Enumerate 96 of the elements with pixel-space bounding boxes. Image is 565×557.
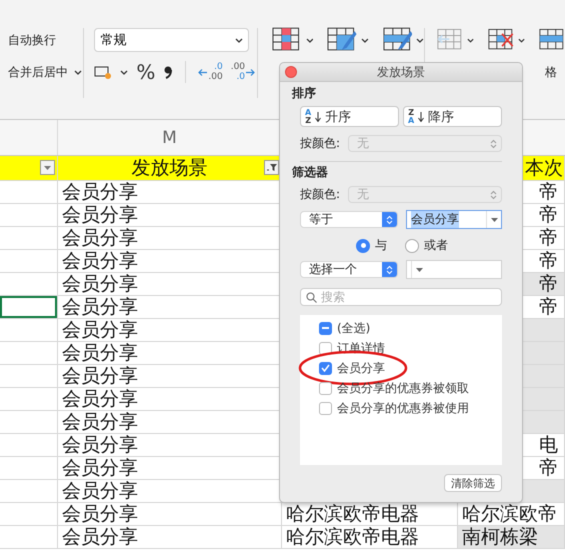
checkbox[interactable]	[319, 382, 332, 394]
table-cell[interactable]	[0, 388, 58, 411]
caret-icon	[74, 70, 82, 74]
dropdown-arrow-icon[interactable]	[490, 218, 498, 222]
left-arrow-icon	[198, 68, 208, 76]
caret-icon	[120, 70, 128, 74]
operator-select[interactable]: 选择一个	[300, 261, 398, 278]
checkbox[interactable]	[319, 402, 332, 414]
dialog-title: 发放场景	[377, 64, 425, 80]
table-cell[interactable]	[0, 411, 58, 434]
table-cell: 会员分享	[58, 250, 282, 273]
check-icon	[321, 364, 330, 372]
table-cell[interactable]	[0, 250, 58, 273]
filter-active-button[interactable]	[264, 160, 279, 175]
table-cell[interactable]	[0, 365, 58, 388]
color-label: 按颜色:	[300, 135, 340, 152]
value-item[interactable]: (全选)	[337, 320, 370, 336]
table-cell[interactable]	[0, 181, 58, 204]
search-field[interactable]: 搜索	[300, 288, 502, 306]
percent-button[interactable]: %	[136, 60, 156, 84]
down-arrow-icon	[315, 112, 322, 122]
conditional-format-icon[interactable]	[272, 27, 302, 53]
table-cell[interactable]	[0, 457, 58, 480]
table-cell: 会员分享	[58, 181, 282, 204]
table-cell[interactable]	[0, 227, 58, 250]
number-format-select[interactable]: 常规	[94, 28, 250, 52]
table-cell[interactable]	[0, 204, 58, 227]
table-cell: 会员分享	[58, 526, 282, 549]
table-cell: 会员分享	[58, 319, 282, 342]
filter-icon	[266, 163, 276, 172]
table-cell: 哈尔滨欧帝	[458, 503, 565, 526]
table-cell: 哈尔滨欧帝电器	[282, 503, 458, 526]
table-cell[interactable]	[0, 319, 58, 342]
table-cell[interactable]	[0, 273, 58, 296]
filter-button[interactable]	[40, 160, 55, 175]
table-cell: 会员分享	[58, 388, 282, 411]
search-icon	[306, 292, 317, 303]
right-arrow-icon	[246, 68, 256, 76]
close-button[interactable]	[285, 66, 297, 78]
table-cell: 会员分享	[58, 365, 282, 388]
caret-icon	[235, 38, 244, 42]
table-cell[interactable]	[0, 503, 58, 526]
sort-ascending-button[interactable]: A Z 升序	[300, 106, 399, 127]
merge-center-button[interactable]: 合并后居中	[8, 64, 68, 80]
caret-icon	[518, 38, 526, 42]
decrease-decimal-button[interactable]: .0 .00	[208, 62, 223, 82]
section-heading: 筛选器	[292, 165, 328, 179]
table-cell: 会员分享	[58, 434, 282, 457]
table-cell: 会员分享	[58, 204, 282, 227]
color-label: 按颜色:	[300, 186, 340, 203]
stepper-icon	[490, 190, 497, 200]
dropdown-arrow-icon	[44, 166, 51, 170]
down-arrow-icon	[418, 112, 424, 122]
table-cell: 会员分享	[58, 457, 282, 480]
table-cell: 会员分享	[58, 411, 282, 434]
caret-icon	[306, 38, 314, 42]
currency-icon[interactable]	[94, 64, 112, 80]
cell-brush-icon[interactable]	[382, 27, 412, 53]
table-cell: 会员分享	[58, 273, 282, 296]
value-item[interactable]: 会员分享的优惠券被使用	[337, 400, 469, 416]
value-item[interactable]: 会员分享的优惠券被领取	[337, 380, 469, 396]
table-brush-icon[interactable]	[327, 27, 357, 53]
checkbox[interactable]	[319, 342, 332, 354]
stepper-icon	[386, 214, 393, 224]
table-cell: 会员分享	[58, 503, 282, 526]
value-combo[interactable]: 会员分享	[406, 210, 502, 229]
operator-select[interactable]: 等于	[300, 211, 398, 228]
column-header: 发放场景	[132, 157, 208, 180]
checkbox[interactable]	[319, 322, 332, 334]
join-radio[interactable]: 与	[356, 237, 387, 254]
table-cell: 会员分享	[58, 227, 282, 250]
column-letter[interactable]: M	[162, 128, 177, 148]
caret-icon	[360, 38, 369, 42]
caret-icon	[416, 38, 424, 42]
checkbox[interactable]	[319, 362, 332, 374]
table-cell[interactable]	[0, 480, 58, 503]
dropdown-arrow-icon[interactable]	[416, 268, 422, 272]
increase-decimal-button[interactable]: .00 .0	[230, 62, 246, 82]
section-heading: 排序	[292, 86, 316, 100]
stepper-icon	[386, 264, 393, 274]
table-cell[interactable]	[0, 526, 58, 549]
table-cell[interactable]	[0, 434, 58, 457]
selected-cell[interactable]	[0, 296, 58, 319]
sort-descending-button[interactable]: Z A 降序	[403, 106, 502, 127]
stepper-icon	[490, 138, 497, 148]
clear-filter-button[interactable]: 清除筛选	[444, 474, 502, 492]
join-radio[interactable]: 或者	[405, 237, 448, 254]
table-cell[interactable]	[0, 342, 58, 365]
table-cell: 会员分享	[58, 342, 282, 365]
table-cell: 会员分享	[58, 296, 282, 319]
table-cell: 哈尔滨欧帝电器	[282, 526, 458, 549]
table-cell: 南柯栋梁	[458, 526, 565, 549]
table-cell: 会员分享	[58, 480, 282, 503]
format-label: 格	[545, 64, 557, 80]
caret-icon	[467, 38, 474, 42]
wrap-text-button[interactable]: 自动换行	[8, 32, 56, 48]
